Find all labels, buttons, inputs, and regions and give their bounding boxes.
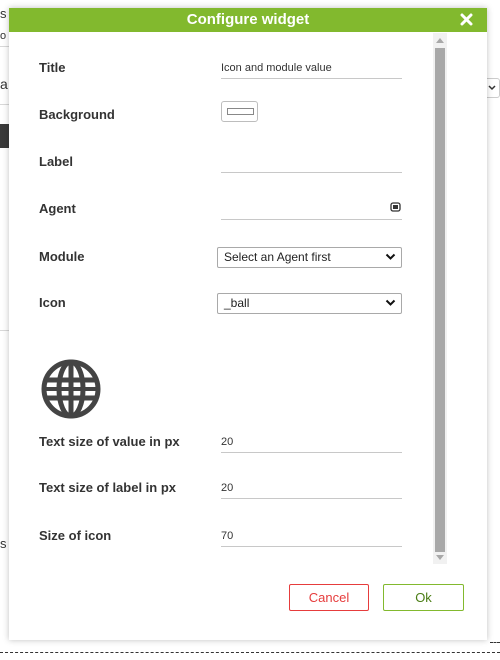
- title-input-value: Icon and module value: [221, 62, 332, 74]
- close-button[interactable]: [457, 8, 477, 32]
- agent-input[interactable]: [221, 198, 402, 220]
- content-scrollbar[interactable]: [433, 33, 447, 564]
- size-icon-input-value: 70: [221, 530, 234, 542]
- chevron-down-icon: [488, 85, 496, 91]
- text-size-value-row: Text size of value in px 20: [39, 434, 409, 464]
- background-text-fragment: a: [0, 76, 8, 92]
- size-icon-input[interactable]: 70: [221, 525, 402, 547]
- text-size-label-label: Text size of label in px: [39, 480, 177, 495]
- label-row: Label: [39, 154, 409, 184]
- configure-widget-dialog: Configure widget Title Icon and module v…: [9, 8, 487, 640]
- dialog-titlebar: Configure widget: [9, 8, 487, 32]
- background-label: Background: [39, 107, 115, 122]
- background-dashed-border: [490, 642, 500, 643]
- icon-selected-value: _ball: [224, 296, 250, 310]
- module-selected-value: Select an Agent first: [224, 250, 331, 264]
- scrollbar-thumb[interactable]: [435, 48, 445, 552]
- background-color-picker[interactable]: [221, 101, 258, 122]
- icon-select[interactable]: _ball: [217, 293, 402, 314]
- label-input[interactable]: [221, 151, 402, 173]
- title-input[interactable]: Icon and module value: [221, 57, 402, 79]
- label-label: Label: [39, 154, 73, 169]
- text-size-label-input[interactable]: 20: [221, 477, 402, 499]
- ok-button[interactable]: Ok: [383, 584, 464, 611]
- cancel-button[interactable]: Cancel: [289, 584, 369, 611]
- text-size-value-label: Text size of value in px: [39, 434, 180, 449]
- scroll-up-arrow-icon[interactable]: [436, 37, 444, 43]
- icon-label: Icon: [39, 295, 66, 310]
- module-row: Module Select an Agent first: [39, 247, 409, 279]
- background-dark-strip: [0, 124, 9, 148]
- title-label: Title: [39, 60, 66, 75]
- agent-label: Agent: [39, 201, 76, 216]
- color-swatch: [227, 108, 254, 115]
- chevron-down-icon: [385, 253, 396, 260]
- text-size-label-row: Text size of label in px 20: [39, 480, 409, 510]
- close-icon: [460, 13, 473, 26]
- size-icon-label: Size of icon: [39, 528, 112, 543]
- background-text-fragment: s: [0, 6, 7, 21]
- background-dashed-border: [0, 652, 500, 653]
- background-text-fragment: s: [0, 536, 7, 551]
- agent-search-icon[interactable]: [390, 202, 402, 212]
- globe-ball-icon: [41, 359, 101, 419]
- text-size-label-input-value: 20: [221, 482, 234, 494]
- agent-row: Agent: [39, 201, 409, 231]
- module-select[interactable]: Select an Agent first: [217, 247, 402, 268]
- text-size-value-input-value: 20: [221, 436, 234, 448]
- background-row: Background: [39, 101, 409, 137]
- text-size-value-input[interactable]: 20: [221, 431, 402, 453]
- scroll-down-arrow-icon[interactable]: [436, 555, 444, 561]
- dialog-content: Title Icon and module value Background L…: [9, 32, 431, 564]
- dialog-title: Configure widget: [186, 11, 310, 28]
- icon-row: Icon _ball: [39, 293, 409, 325]
- background-text-fragment: o: [0, 30, 7, 42]
- size-icon-row: Size of icon 70: [39, 528, 409, 558]
- title-row: Title Icon and module value: [39, 60, 409, 90]
- module-label: Module: [39, 249, 85, 264]
- chevron-down-icon: [385, 299, 396, 306]
